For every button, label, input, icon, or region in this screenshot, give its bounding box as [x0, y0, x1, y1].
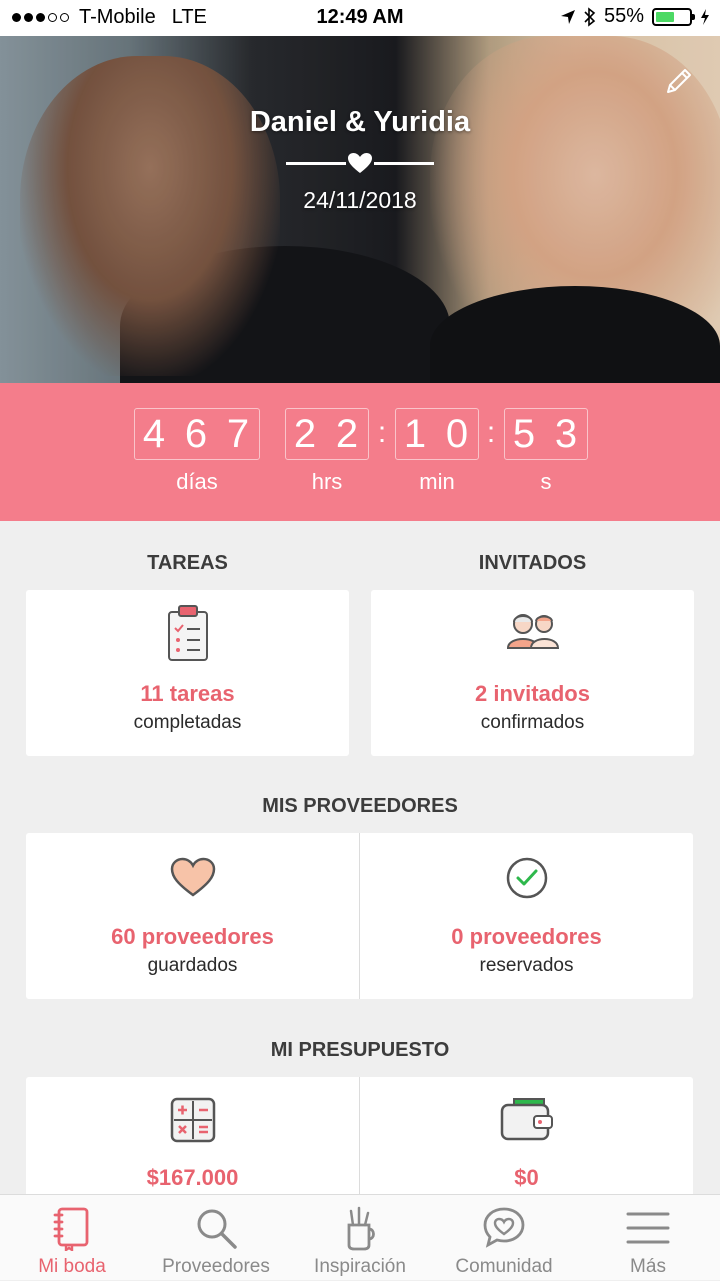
- seconds-digit: 5: [512, 412, 536, 456]
- wallet-icon: [500, 1098, 553, 1141]
- countdown: 4 6 7 2 2 : 1 0 : 5 3 días hrs min s: [0, 383, 720, 521]
- status-right: 55%: [560, 5, 710, 28]
- days-label: días: [176, 469, 218, 494]
- tab-label: Proveedores: [162, 1256, 270, 1277]
- hours-digit: 2: [335, 412, 359, 456]
- saved-vendors-count: 60 proveedores: [111, 924, 274, 949]
- invitados-title: INVITADOS: [478, 552, 587, 574]
- minutes-digit: 1: [403, 412, 427, 456]
- chat-heart-icon: [483, 1207, 525, 1248]
- check-circle-icon: [506, 857, 547, 899]
- couple-photo: Daniel & Yuridia 24/11/2018: [0, 36, 720, 383]
- tab-bar: Mi boda Proveedores Inspiración Comunida…: [0, 1194, 720, 1280]
- booked-vendors-label: reservados: [479, 955, 574, 976]
- tab-label: Mi boda: [38, 1256, 106, 1277]
- proveedores-card: 60 proveedores guardados 0 proveedores r…: [26, 833, 693, 999]
- inspiration-cup-icon: [347, 1206, 375, 1251]
- heart-divider: [286, 152, 434, 174]
- saved-vendors[interactable]: 60 proveedores guardados: [26, 833, 359, 999]
- wedding-date: 24/11/2018: [303, 187, 417, 213]
- calculator-icon: [170, 1097, 215, 1143]
- days-digit: 7: [226, 412, 250, 456]
- bluetooth-icon: [584, 6, 596, 27]
- couple-names: Daniel & Yuridia: [249, 106, 471, 138]
- battery-icon: [652, 7, 695, 26]
- tab-label: Comunidad: [455, 1256, 553, 1277]
- estimated-budget[interactable]: $167.000: [26, 1077, 359, 1207]
- seconds-label: s: [540, 469, 552, 494]
- days-digit: 6: [184, 412, 208, 456]
- search-icon: [197, 1209, 237, 1249]
- presupuesto-title: MI PRESUPUESTO: [270, 1039, 450, 1061]
- hours-label: hrs: [311, 469, 343, 494]
- battery-percent: 55%: [603, 5, 644, 27]
- tareas-title: TAREAS: [147, 552, 228, 574]
- heart-icon: [348, 153, 372, 173]
- tareas-count: 11 tareas: [140, 681, 235, 706]
- invitados-count: 2 invitados: [475, 681, 590, 706]
- charging-bolt-icon: [701, 8, 709, 25]
- booked-vendors[interactable]: 0 proveedores reservados: [360, 833, 693, 999]
- saved-vendors-label: guardados: [147, 955, 238, 976]
- status-bar: T-Mobile LTE 12:49 AM 55%: [0, 0, 720, 36]
- seconds-digit: 3: [554, 412, 578, 456]
- invitados-card[interactable]: 2 invitados confirmados: [371, 590, 694, 756]
- estimated-budget-amount: $167.000: [146, 1165, 239, 1190]
- presupuesto-card: $167.000 $0: [26, 1077, 693, 1207]
- minutes-label: min: [419, 469, 455, 494]
- tab-mas[interactable]: Más: [576, 1195, 720, 1281]
- menu-icon: [626, 1212, 670, 1244]
- location-arrow-icon: [560, 9, 575, 24]
- edit-pencil-icon[interactable]: [664, 66, 694, 96]
- spent-budget[interactable]: $0: [360, 1077, 693, 1207]
- guests-icon: [506, 614, 559, 649]
- days-digit: 4: [142, 412, 166, 456]
- minutes-digit: 0: [445, 412, 469, 456]
- tab-mi-boda[interactable]: Mi boda: [0, 1195, 144, 1281]
- tab-label: Más: [630, 1256, 666, 1277]
- clipboard-checklist-icon: [167, 605, 208, 661]
- time-separator: :: [486, 416, 496, 449]
- time-separator: :: [377, 416, 387, 449]
- tareas-card[interactable]: 11 tareas completadas: [26, 590, 349, 756]
- tab-inspiracion[interactable]: Inspiración: [288, 1195, 432, 1281]
- heart-outline-icon: [170, 857, 215, 897]
- invitados-status: confirmados: [480, 712, 585, 733]
- tab-comunidad[interactable]: Comunidad: [432, 1195, 576, 1281]
- spent-budget-amount: $0: [514, 1165, 539, 1190]
- notebook-icon: [53, 1207, 89, 1251]
- hours-digit: 2: [293, 412, 317, 456]
- booked-vendors-count: 0 proveedores: [451, 924, 602, 949]
- tareas-status: completadas: [133, 712, 242, 733]
- tab-label: Inspiración: [314, 1256, 406, 1277]
- proveedores-title: MIS PROVEEDORES: [262, 795, 458, 817]
- tab-proveedores[interactable]: Proveedores: [144, 1195, 288, 1281]
